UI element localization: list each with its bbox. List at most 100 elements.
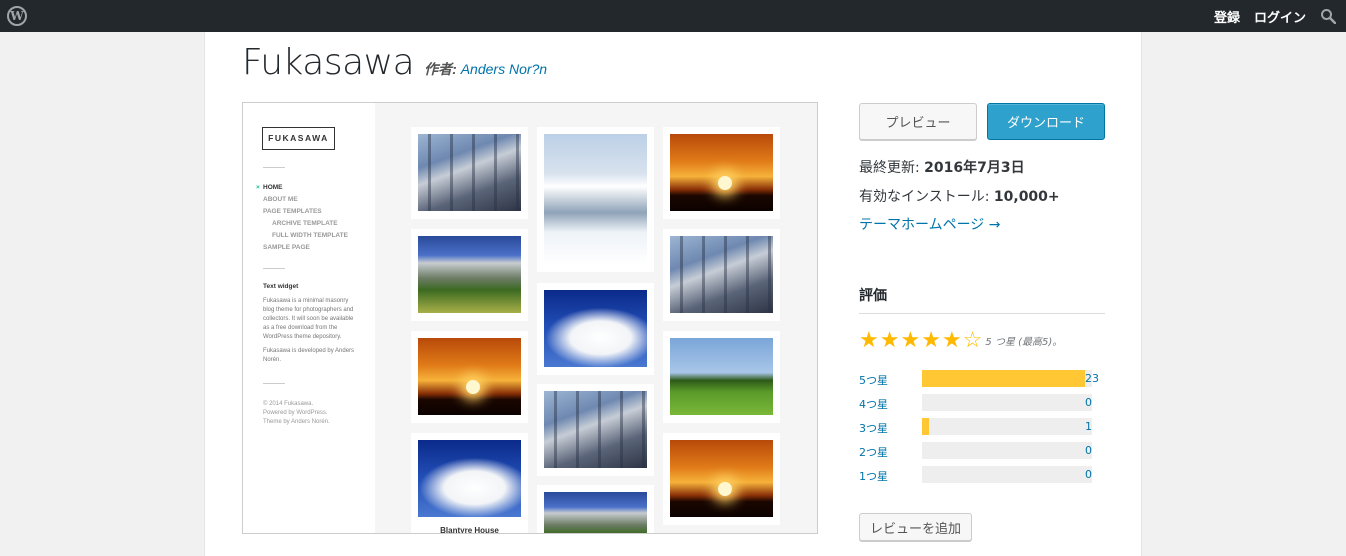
preview-divider	[263, 268, 285, 269]
city-photo	[418, 134, 521, 211]
preview-post-card	[537, 127, 654, 272]
rating-bar	[922, 394, 1092, 411]
sunset-photo	[670, 440, 773, 517]
search-icon[interactable]	[1320, 8, 1336, 24]
meadow-photo	[670, 338, 773, 415]
rating-bar	[922, 418, 1092, 435]
mountain-photo	[544, 134, 647, 265]
valley-photo	[418, 236, 521, 313]
sunset-photo	[670, 134, 773, 211]
title-row: Fukasawa 作者: Anders Nor?n	[242, 42, 547, 83]
preview-sidebar: FUKASAWA × HOME ABOUT ME PAGE TEMPLATES A…	[243, 103, 375, 533]
rating-row-label[interactable]: 2つ星	[859, 444, 888, 460]
download-button[interactable]: ダウンロード	[987, 103, 1105, 140]
preview-widget-text: Fukasawa is a minimal masonry blog theme…	[263, 297, 359, 370]
star-rating: ★ ★ ★ ★ ★ ☆ 5 つ星 (最高5)。	[859, 329, 1062, 351]
preview-post-card	[663, 127, 780, 219]
register-link[interactable]: 登録	[1214, 7, 1240, 26]
preview-post-card	[663, 229, 780, 321]
preview-post-card	[537, 384, 654, 476]
rating-row: 5つ星 23	[859, 370, 1105, 388]
preview-footer-line: Powered by WordPress.	[263, 410, 328, 416]
preview-footer-line: Theme by Anders Norén.	[263, 419, 330, 425]
preview-menu-item-label: HOME	[263, 184, 283, 191]
star-filled-icon: ★	[900, 327, 921, 352]
preview-post-card	[663, 433, 780, 525]
preview-menu-item: FULL WIDTH TEMPLATE	[272, 232, 348, 239]
preview-site-logo: FUKASAWA	[262, 127, 335, 150]
rating-row-label[interactable]: 3つ星	[859, 420, 888, 436]
preview-menu-item: ABOUT ME	[263, 196, 298, 203]
rating-row-count[interactable]: 0	[1085, 444, 1092, 457]
admin-bar-nav: 登録 ログイン	[1214, 0, 1306, 32]
rating-bar-fill	[922, 418, 929, 435]
preview-post-card	[411, 229, 528, 321]
preview-menu: × HOME ABOUT ME PAGE TEMPLATES ARCHIVE TE…	[256, 182, 348, 254]
rating-row-label[interactable]: 5つ星	[859, 372, 888, 388]
author-link[interactable]: Anders Nor?n	[461, 61, 547, 77]
preview-menu-item: × HOME	[256, 182, 348, 194]
author-prefix: 作者:	[424, 61, 457, 77]
theme-title: Fukasawa	[242, 42, 415, 83]
preview-post-card	[663, 331, 780, 423]
active-installs-label: 有効なインストール:	[859, 189, 990, 205]
cloud-photo	[418, 440, 521, 517]
star-filled-icon: ★	[941, 327, 962, 352]
admin-bar: W 登録 ログイン	[0, 0, 1346, 32]
rating-row: 2つ星 0	[859, 442, 1105, 460]
preview-widget-paragraph: Fukasawa is developed by Anders Norén.	[263, 348, 355, 363]
last-updated: 最終更新: 2016年7月3日	[859, 157, 1025, 177]
preview-footer-line: © 2014 Fukasawa.	[263, 401, 314, 407]
theme-detail-panel: Fukasawa 作者: Anders Nor?n FUKASAWA × HOME…	[204, 32, 1142, 556]
login-link[interactable]: ログイン	[1254, 7, 1306, 26]
city-photo	[670, 236, 773, 313]
city-photo	[544, 391, 647, 468]
preview-post-caption: Blantyre House	[440, 526, 499, 534]
preview-post-card	[537, 485, 654, 533]
preview-button[interactable]: プレビュー	[859, 103, 977, 140]
theme-screenshot: FUKASAWA × HOME ABOUT ME PAGE TEMPLATES A…	[242, 102, 818, 534]
preview-footer: © 2014 Fukasawa. Powered by WordPress. T…	[263, 400, 330, 427]
cloud-photo	[544, 290, 647, 367]
preview-post-card	[411, 331, 528, 423]
star-filled-icon: ★	[921, 327, 941, 352]
preview-post-card: Blantyre House	[411, 433, 528, 534]
preview-menu-item: ARCHIVE TEMPLATE	[272, 220, 338, 227]
preview-divider	[263, 383, 285, 384]
rating-row-count[interactable]: 23	[1085, 372, 1099, 385]
preview-menu-item: SAMPLE PAGE	[263, 244, 310, 251]
rating-row: 3つ星 1	[859, 418, 1105, 436]
current-dot-icon: ×	[256, 184, 260, 191]
preview-post-card	[411, 127, 528, 219]
theme-author: 作者: Anders Nor?n	[424, 59, 547, 79]
star-rating-label: 5 つ星 (最高5)。	[985, 336, 1063, 348]
preview-post-card	[537, 283, 654, 375]
star-filled-icon: ★	[859, 327, 879, 352]
active-installs: 有効なインストール: 10,000+	[859, 186, 1060, 206]
theme-homepage-link[interactable]: テーマホームページ →	[859, 214, 1000, 234]
preview-widget-paragraph: Fukasawa is a minimal masonry blog theme…	[263, 298, 354, 340]
star-empty-icon: ☆	[962, 327, 983, 352]
rating-bar-fill	[922, 370, 1086, 387]
add-review-button[interactable]: レビューを追加	[859, 513, 972, 541]
preview-divider	[263, 167, 285, 168]
rating-bar	[922, 442, 1092, 459]
valley-photo	[544, 492, 647, 533]
rating-row-label[interactable]: 1つ星	[859, 468, 888, 484]
rating-row-count[interactable]: 1	[1085, 420, 1092, 433]
star-filled-icon: ★	[879, 327, 900, 352]
rating-row-label[interactable]: 4つ星	[859, 396, 888, 412]
last-updated-value: 2016年7月3日	[924, 160, 1025, 176]
rating-row: 1つ星 0	[859, 466, 1105, 484]
rating-row: 4つ星 0	[859, 394, 1105, 412]
rating-bar	[922, 466, 1092, 483]
active-installs-value: 10,000+	[993, 189, 1060, 205]
last-updated-label: 最終更新:	[859, 160, 920, 176]
rating-row-count[interactable]: 0	[1085, 396, 1092, 409]
preview-widget-title: Text widget	[263, 283, 299, 290]
rating-row-count[interactable]: 0	[1085, 468, 1092, 481]
ratings-heading: 評価	[859, 285, 1105, 314]
sunset-photo	[418, 338, 521, 415]
wordpress-logo-icon[interactable]: W	[7, 6, 27, 26]
rating-bar	[922, 370, 1092, 387]
